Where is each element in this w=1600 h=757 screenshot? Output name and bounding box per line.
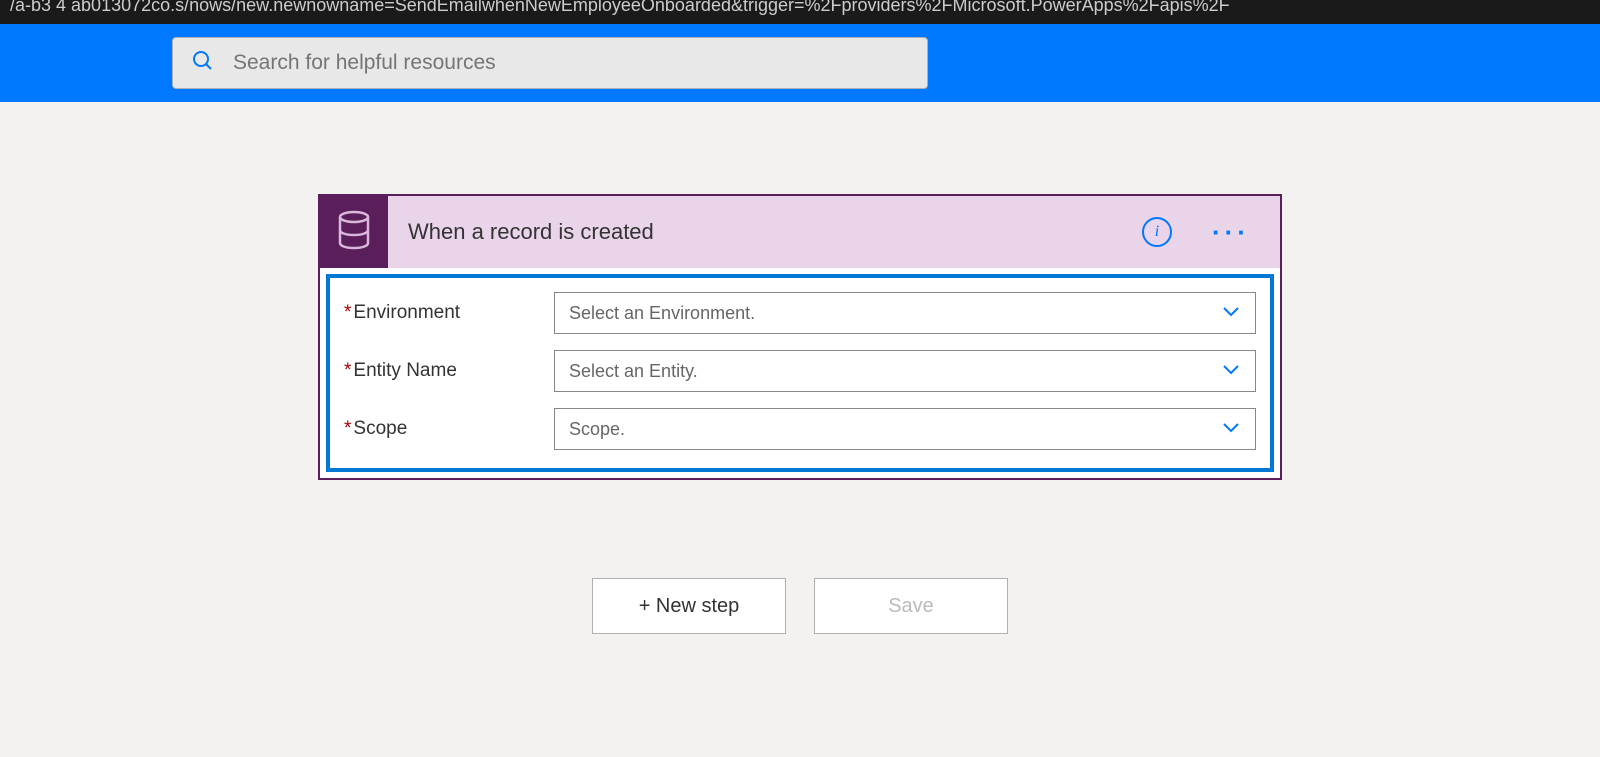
required-asterisk: *	[344, 302, 351, 323]
address-bar: /a-b3 4 ab013072co.s/nows/new.newnowname…	[0, 0, 1600, 24]
search-icon	[191, 49, 215, 78]
dropdown-placeholder: Select an Environment.	[569, 303, 755, 324]
url-text: /a-b3 4 ab013072co.s/nows/new.newnowname…	[10, 0, 1230, 15]
environment-dropdown[interactable]: Select an Environment.	[554, 292, 1256, 334]
search-input[interactable]	[233, 51, 909, 75]
search-box[interactable]	[172, 37, 928, 89]
field-label: *Scope	[344, 418, 554, 440]
trigger-card: When a record is created i ··· *Environm…	[318, 194, 1282, 480]
field-row-environment: *Environment Select an Environment.	[344, 292, 1256, 334]
field-row-scope: *Scope Scope.	[344, 408, 1256, 450]
field-label: *Environment	[344, 302, 554, 324]
new-step-button[interactable]: + New step	[592, 578, 786, 634]
required-asterisk: *	[344, 418, 351, 439]
more-menu-icon[interactable]: ···	[1212, 219, 1250, 245]
chevron-down-icon	[1221, 420, 1241, 439]
required-asterisk: *	[344, 360, 351, 381]
dropdown-placeholder: Select an Entity.	[569, 361, 698, 382]
database-icon	[336, 210, 372, 255]
field-row-entity-name: *Entity Name Select an Entity.	[344, 350, 1256, 392]
card-header[interactable]: When a record is created i ···	[320, 196, 1280, 268]
connector-icon-box	[320, 196, 388, 268]
chevron-down-icon	[1221, 304, 1241, 323]
card-body: *Environment Select an Environment. *Ent…	[326, 274, 1274, 472]
info-icon[interactable]: i	[1142, 217, 1172, 247]
scope-dropdown[interactable]: Scope.	[554, 408, 1256, 450]
top-banner	[0, 24, 1600, 102]
card-header-content: When a record is created i ···	[388, 196, 1280, 268]
button-row: + New step Save	[592, 578, 1008, 634]
field-label: *Entity Name	[344, 360, 554, 382]
dropdown-placeholder: Scope.	[569, 419, 625, 440]
flow-canvas: When a record is created i ··· *Environm…	[0, 102, 1600, 634]
card-title: When a record is created	[408, 219, 1142, 245]
entity-name-dropdown[interactable]: Select an Entity.	[554, 350, 1256, 392]
chevron-down-icon	[1221, 362, 1241, 381]
save-button[interactable]: Save	[814, 578, 1008, 634]
